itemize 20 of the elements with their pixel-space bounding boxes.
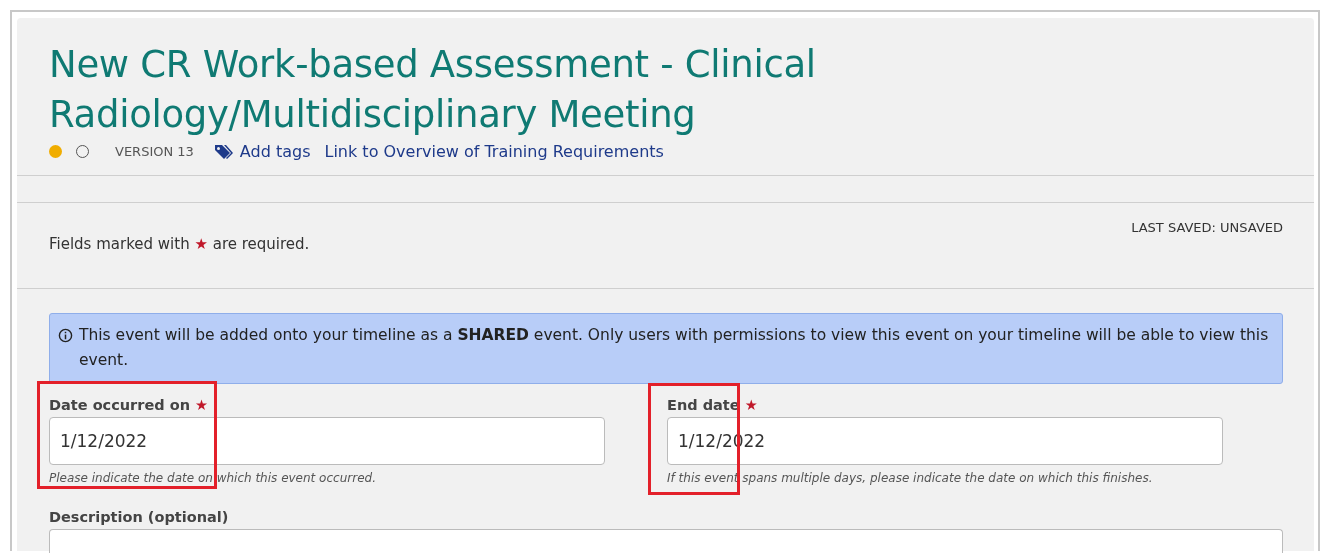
field-label: End date — [667, 397, 740, 413]
date-input[interactable]: 1/12/2022 — [49, 417, 605, 465]
info-text: This event will be added onto your timeline as a SHARED event. Only users with permissions to view this event on your timeline will be able to view this event. — [79, 325, 1270, 371]
required-star-icon: ★ — [744, 397, 758, 413]
field-hint: If this event spans multiple days, please indicate the date on which this finishes. — [667, 471, 1154, 485]
version-label: VERSION 13 — [115, 144, 194, 159]
info-icon — [58, 328, 73, 343]
required-note: are required. — [212, 235, 310, 253]
required-note: Fields marked with — [49, 235, 190, 253]
required-star-icon: ★ — [195, 397, 209, 413]
description-input[interactable] — [49, 529, 1283, 553]
page-title: New CR Work-based Assessment - Clinical Radiology/Multidisciplinary Meeting — [49, 42, 817, 138]
field-label: Description (optional) — [49, 509, 230, 525]
training-requirements-link[interactable]: Link to Overview of Training Requirements — [324, 142, 664, 161]
tag-icon — [213, 143, 234, 160]
add-tags-link[interactable]: Add tags — [213, 142, 311, 161]
required-star-icon: ★ — [194, 235, 208, 253]
last-saved-status: LAST SAVED: UNSAVED — [1131, 220, 1283, 237]
field-label: Date occurred on — [49, 397, 190, 413]
field-hint: Please indicate the date on which this event occurred. — [49, 471, 377, 485]
